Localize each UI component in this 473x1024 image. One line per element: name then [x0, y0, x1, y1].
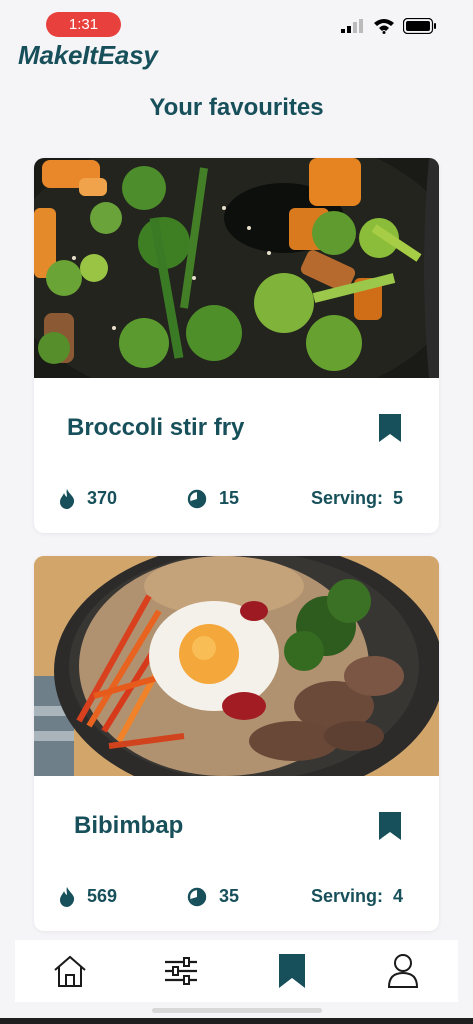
serving-value: 4 — [392, 886, 403, 906]
recipe-title: Bibimbap — [74, 812, 184, 839]
profile-icon — [387, 954, 418, 988]
timer-icon — [187, 887, 207, 906]
page-title: Your favourites — [149, 94, 324, 121]
status-time: 1:31 — [46, 12, 121, 37]
wifi-icon — [374, 19, 394, 34]
time-value: 35 — [219, 886, 240, 906]
calories-stat: 569 — [59, 886, 117, 907]
bottom-nav — [15, 940, 458, 1002]
filters-icon — [165, 957, 198, 985]
home-indicator — [152, 1008, 322, 1013]
nav-profile-button[interactable] — [383, 951, 423, 991]
app-logo: MakeItEasy — [18, 40, 158, 70]
bookmark-icon[interactable] — [378, 812, 402, 840]
calories-value: 569 — [87, 886, 118, 906]
status-bar: 1:31 — [0, 0, 473, 44]
calories-value: 370 — [87, 488, 118, 508]
flame-icon — [60, 886, 75, 907]
nav-bookmarks-button[interactable] — [272, 951, 312, 991]
serving-value: 5 — [392, 488, 403, 508]
recipe-stats: 370 15 Serving: 5 — [34, 488, 439, 512]
serving-label: Serving: — [310, 488, 383, 508]
recipe-title: Broccoli stir fry — [67, 414, 245, 441]
time-value: 15 — [219, 488, 240, 508]
bottom-edge — [0, 1018, 473, 1024]
recipe-card[interactable]: Broccoli stir fry 370 15 Serving: 5 — [34, 158, 439, 533]
recipe-card[interactable]: Bibimbap 569 35 Serving: 4 — [34, 556, 439, 931]
home-icon — [54, 955, 87, 987]
battery-icon — [403, 18, 436, 34]
time-stat: 35 — [187, 886, 239, 907]
time-stat: 15 — [187, 488, 239, 509]
bibimbap-photo — [34, 556, 439, 776]
bookmark-icon — [278, 954, 305, 988]
serving-stat: Serving: 5 — [311, 488, 403, 509]
calories-stat: 370 — [59, 488, 117, 509]
serving-label: Serving: — [310, 886, 383, 906]
nav-home-button[interactable] — [50, 951, 90, 991]
signal-icon — [341, 19, 363, 33]
serving-stat: Serving: 4 — [311, 886, 403, 907]
flame-icon — [60, 488, 75, 509]
recipe-stats: 569 35 Serving: 4 — [34, 886, 439, 910]
bookmark-icon[interactable] — [378, 414, 402, 442]
broccoli-stir-fry-photo — [34, 158, 439, 378]
nav-filters-button[interactable] — [161, 951, 201, 991]
status-icons — [341, 18, 437, 34]
timer-icon — [187, 489, 207, 508]
